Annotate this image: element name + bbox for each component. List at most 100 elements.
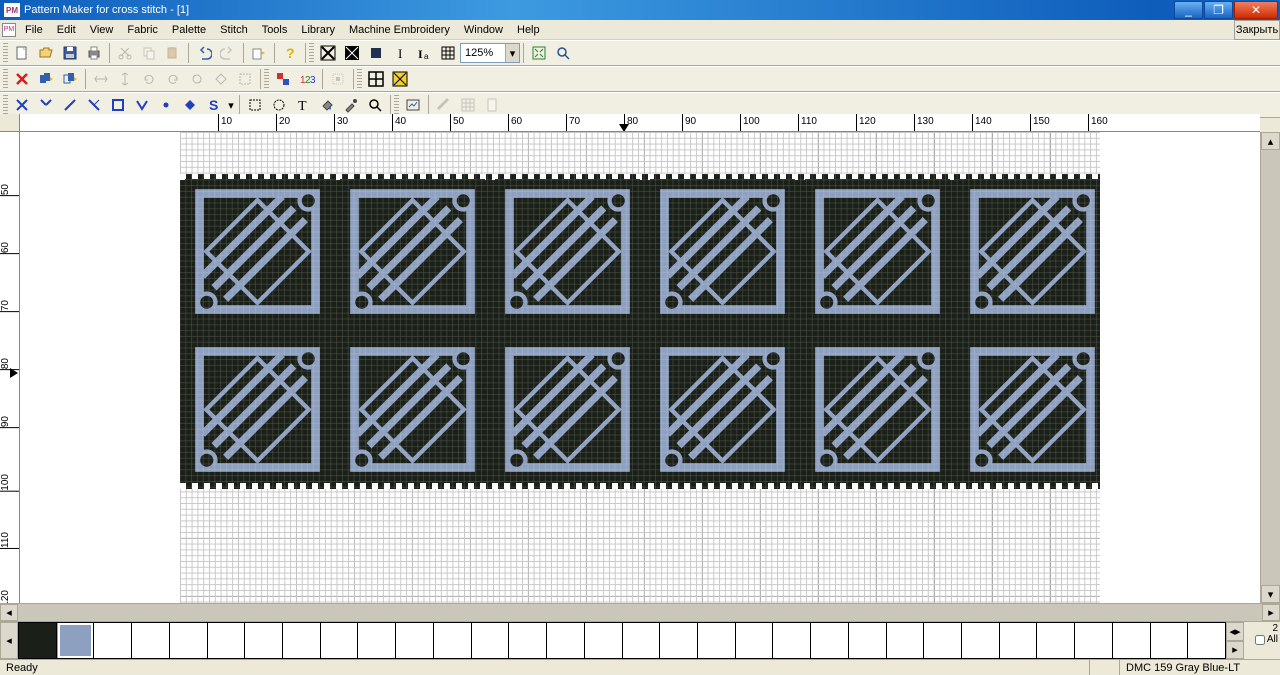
scroll-left-button[interactable]: ◂	[0, 604, 18, 621]
stitch-bead-button[interactable]	[179, 94, 201, 116]
menu-machine-embroidery[interactable]: Machine Embroidery	[342, 22, 457, 38]
stitch-dropdown-icon[interactable]: ▾	[226, 99, 236, 112]
toolbar-gripper[interactable]	[3, 69, 8, 89]
palette-slot[interactable]	[132, 622, 170, 659]
palette-slot[interactable]	[924, 622, 962, 659]
vertical-scrollbar[interactable]: ▴ ▾	[1260, 132, 1280, 603]
export-button[interactable]	[248, 42, 270, 64]
vertical-ruler[interactable]: 5060708090100110120130	[0, 132, 20, 603]
move-button[interactable]	[59, 68, 81, 90]
palette-slot[interactable]	[472, 622, 510, 659]
palette-slot[interactable]	[773, 622, 811, 659]
table-view-button[interactable]	[457, 94, 479, 116]
palette-slot[interactable]	[1037, 622, 1075, 659]
select-ellipse-button[interactable]	[268, 94, 290, 116]
toolbar-gripper[interactable]	[264, 69, 269, 89]
rotate-cw-button[interactable]	[162, 68, 184, 90]
copy-button[interactable]	[138, 42, 160, 64]
stitch-french-knot-button[interactable]	[155, 94, 177, 116]
document-close-button[interactable]: Закрыть	[1234, 20, 1280, 40]
palette-slot[interactable]	[1113, 622, 1151, 659]
fill-tool-button[interactable]	[316, 94, 338, 116]
flip-h-button[interactable]	[90, 68, 112, 90]
select-rect-button[interactable]	[244, 94, 266, 116]
toolbar-gripper[interactable]	[357, 69, 362, 89]
palette-slot[interactable]	[283, 622, 321, 659]
new-button[interactable]	[11, 42, 33, 64]
palette-slot[interactable]	[962, 622, 1000, 659]
renumber-button[interactable]: 123	[296, 68, 318, 90]
palette-prev-button[interactable]: ◂	[0, 622, 18, 659]
stitch-half-button[interactable]	[83, 94, 105, 116]
palette-slot[interactable]	[434, 622, 472, 659]
palette-slot[interactable]	[57, 622, 95, 659]
scroll-down-button[interactable]: ▾	[1261, 585, 1280, 603]
ruler-toggle-button[interactable]	[433, 94, 455, 116]
palette-slot[interactable]	[660, 622, 698, 659]
palette-slot[interactable]	[1188, 622, 1226, 659]
stitch-back-button[interactable]	[59, 94, 81, 116]
minimize-button[interactable]: _	[1174, 1, 1203, 19]
rotate-180-button[interactable]	[186, 68, 208, 90]
menu-help[interactable]: Help	[510, 22, 547, 38]
palette-slot[interactable]	[245, 622, 283, 659]
text-tool-button[interactable]: T	[292, 94, 314, 116]
text-thin-button[interactable]: I	[389, 42, 411, 64]
paste-button[interactable]	[162, 42, 184, 64]
page-view-button[interactable]	[481, 94, 503, 116]
palette-all-checkbox[interactable]: All	[1255, 634, 1278, 645]
stitch-v-button[interactable]	[131, 94, 153, 116]
toolbar-gripper[interactable]	[3, 95, 8, 115]
full-stitch-button[interactable]	[317, 42, 339, 64]
zoom-dropdown-icon[interactable]: ▾	[505, 44, 519, 62]
palette-slot[interactable]	[1000, 622, 1038, 659]
open-button[interactable]	[35, 42, 57, 64]
palette-slot[interactable]	[623, 622, 661, 659]
stitch-quarter-button[interactable]	[35, 94, 57, 116]
palette-slot[interactable]	[811, 622, 849, 659]
palette-slot[interactable]	[887, 622, 925, 659]
flip-v-button[interactable]	[114, 68, 136, 90]
canvas[interactable]	[20, 132, 1260, 603]
redo-button[interactable]	[217, 42, 239, 64]
delete-button[interactable]	[11, 68, 33, 90]
menu-view[interactable]: View	[83, 22, 121, 38]
stitch-special-button[interactable]: S	[203, 94, 225, 116]
grid-small-button[interactable]	[437, 42, 459, 64]
toolbar-gripper[interactable]	[309, 43, 314, 63]
rotate-ccw-button[interactable]	[138, 68, 160, 90]
highlight-button[interactable]	[327, 68, 349, 90]
ruler-marker-icon[interactable]	[10, 368, 18, 378]
menu-edit[interactable]: Edit	[50, 22, 83, 38]
menu-fabric[interactable]: Fabric	[120, 22, 165, 38]
cut-button[interactable]	[114, 42, 136, 64]
grid-big-button[interactable]	[365, 68, 387, 90]
grid-highlight-button[interactable]	[389, 68, 411, 90]
half-stitch-button[interactable]	[341, 42, 363, 64]
swap-colors-button[interactable]	[272, 68, 294, 90]
block-stitch-button[interactable]	[365, 42, 387, 64]
palette-slot[interactable]	[170, 622, 208, 659]
close-button[interactable]: ✕	[1234, 1, 1278, 19]
print-button[interactable]	[83, 42, 105, 64]
undo-button[interactable]	[193, 42, 215, 64]
crop-button[interactable]	[234, 68, 256, 90]
palette-slot[interactable]	[358, 622, 396, 659]
scroll-up-button[interactable]: ▴	[1261, 132, 1280, 150]
palette-next-button[interactable]: ◂▸	[1226, 622, 1244, 641]
palette-slot[interactable]	[849, 622, 887, 659]
maximize-button[interactable]: ❐	[1204, 1, 1233, 19]
scroll-right-button[interactable]: ▸	[1262, 604, 1280, 621]
toolbar-gripper[interactable]	[394, 95, 399, 115]
clone-button[interactable]	[35, 68, 57, 90]
palette-slot[interactable]	[509, 622, 547, 659]
palette-slot[interactable]	[585, 622, 623, 659]
scroll-thumb[interactable]	[1261, 150, 1280, 585]
eyedropper-button[interactable]	[340, 94, 362, 116]
toolbar-gripper[interactable]	[3, 43, 8, 63]
zoom-combo[interactable]: 125%▾	[460, 43, 520, 63]
palette-slot[interactable]	[94, 622, 132, 659]
menu-library[interactable]: Library	[294, 22, 342, 38]
scroll-thumb[interactable]	[18, 604, 1262, 621]
stitch-outline-button[interactable]	[107, 94, 129, 116]
